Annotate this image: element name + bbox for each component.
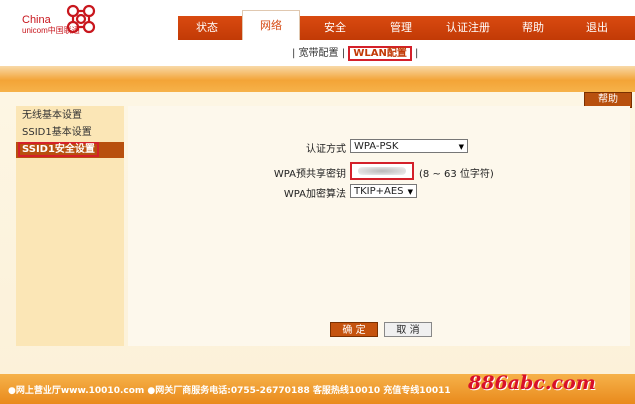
algo-value: TKIP+AES bbox=[354, 186, 404, 197]
subnav-separator: | bbox=[341, 48, 346, 59]
nav-tab-help[interactable]: 帮助 bbox=[504, 16, 562, 40]
nav-tab-status[interactable]: 状态 bbox=[178, 16, 236, 40]
nav-tab-auth-register[interactable]: 认证注册 bbox=[439, 16, 497, 40]
orange-band bbox=[0, 66, 635, 92]
algo-select[interactable]: TKIP+AES ▼ bbox=[350, 184, 417, 198]
auth-mode-select[interactable]: WPA-PSK ▼ bbox=[350, 139, 468, 153]
confirm-button[interactable]: 确 定 bbox=[330, 322, 378, 337]
chevron-down-icon: ▼ bbox=[407, 188, 413, 196]
auth-mode-value: WPA-PSK bbox=[354, 141, 399, 152]
subnav-broadband-config[interactable]: 宽带配置 bbox=[299, 48, 339, 59]
subnav-separator: | bbox=[292, 48, 296, 59]
psk-masked-value bbox=[358, 167, 406, 175]
nav-tab-security[interactable]: 安全 bbox=[306, 16, 364, 40]
nav-tab-logout[interactable]: 退出 bbox=[568, 16, 626, 40]
psk-length-hint: (8 ~ 63 位字符) bbox=[419, 169, 494, 180]
nav-tab-management[interactable]: 管理 bbox=[372, 16, 430, 40]
settings-panel: 认证方式 WPA-PSK ▼ WPA预共享密钥 (8 ~ 63 位字符) WPA… bbox=[128, 106, 630, 346]
brand-unicom-text: unicom中国联通 bbox=[22, 26, 80, 35]
main-content: 帮助 无线基本设置 SSID1基本设置 SSID1安全设置 认证方式 WPA-P… bbox=[0, 92, 635, 374]
cancel-button[interactable]: 取 消 bbox=[384, 322, 432, 337]
sidebar-item-ssid1-security[interactable]: SSID1安全设置 bbox=[16, 142, 124, 158]
header: China unicom中国联通 状态 网络 安全 管理 认证注册 帮助 退出 bbox=[0, 0, 635, 40]
psk-label: WPA预共享密钥 bbox=[273, 169, 346, 180]
subnav-wlan-config[interactable]: WLAN配置 bbox=[348, 46, 412, 61]
chevron-down-icon: ▼ bbox=[458, 143, 464, 151]
subnav-separator: | bbox=[415, 48, 419, 59]
auth-mode-label: 认证方式 bbox=[306, 144, 346, 155]
top-nav: 状态 网络 安全 管理 认证注册 帮助 退出 bbox=[178, 10, 635, 40]
sidebar-item-ssid1-basic[interactable]: SSID1基本设置 bbox=[16, 125, 124, 141]
psk-input[interactable] bbox=[350, 162, 414, 180]
algo-label: WPA加密算法 bbox=[283, 189, 346, 200]
sidebar-item-wireless-basic[interactable]: 无线基本设置 bbox=[16, 108, 124, 124]
sidebar: 无线基本设置 SSID1基本设置 SSID1安全设置 bbox=[16, 106, 124, 346]
china-unicom-logo: China unicom中国联通 bbox=[8, 2, 128, 38]
footer-contact-text: ●网上营业厅www.10010.com ●网关厂商服务电话:0755-26770… bbox=[8, 386, 451, 396]
site-watermark: 886abc.com bbox=[468, 372, 596, 394]
sidebar-item-label: SSID1安全设置 bbox=[18, 142, 99, 157]
nav-tab-network[interactable]: 网络 bbox=[242, 10, 300, 40]
sub-nav: | 宽带配置 | WLAN配置 | bbox=[0, 40, 635, 64]
